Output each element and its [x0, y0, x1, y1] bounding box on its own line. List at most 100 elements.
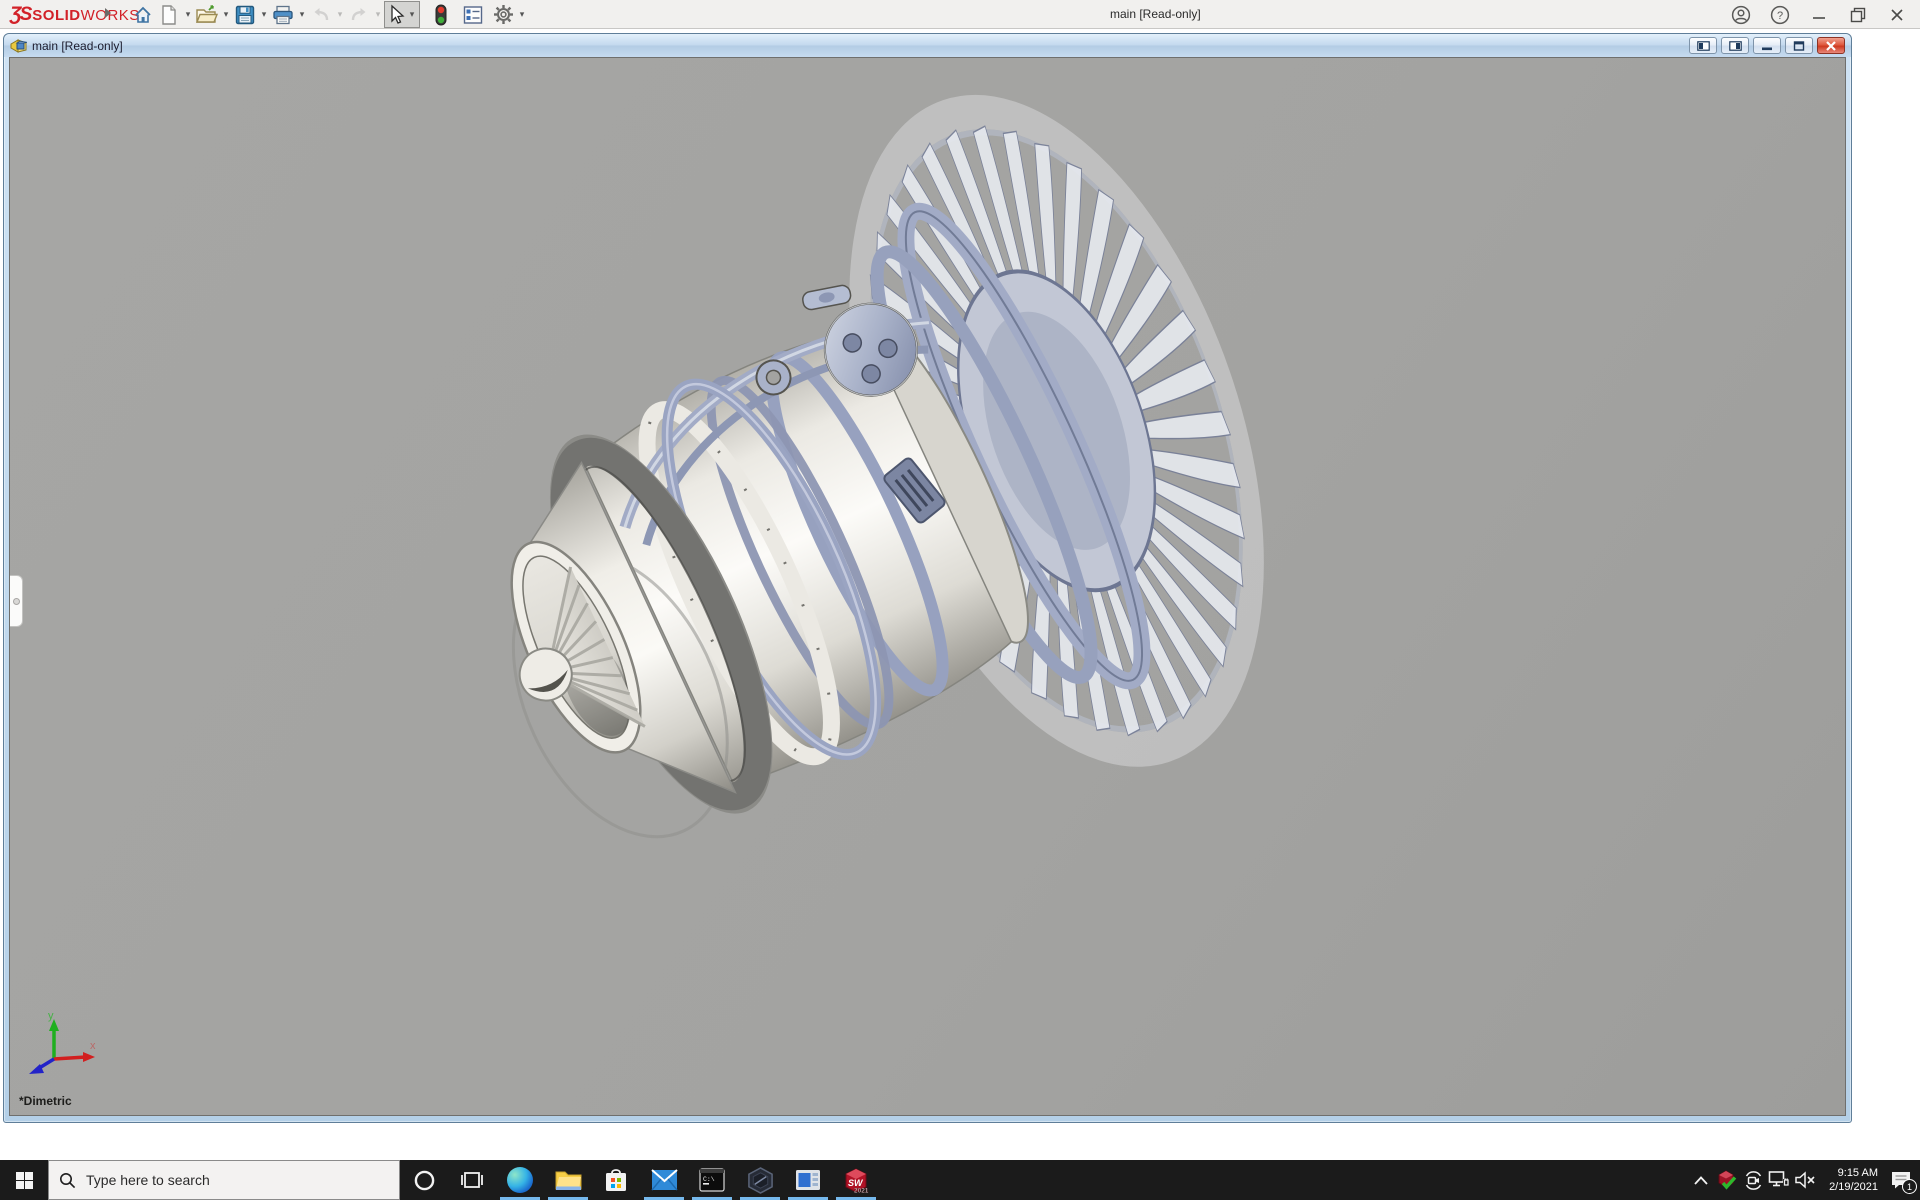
edge-icon [507, 1167, 533, 1193]
help-button[interactable]: ? [1765, 2, 1795, 27]
minimize-button[interactable] [1804, 2, 1834, 27]
terminal-prompt-label: C:\ [703, 1176, 715, 1183]
account-button[interactable] [1726, 2, 1756, 27]
taskbar-app-mail[interactable] [640, 1160, 688, 1200]
print-button[interactable] [270, 2, 296, 27]
print-icon [272, 5, 294, 25]
open-button[interactable] [194, 2, 220, 27]
taskbar-app-hexagon[interactable] [736, 1160, 784, 1200]
doc-maximize-icon [1793, 41, 1805, 51]
clock-time: 9:15 AM [1818, 1166, 1878, 1180]
cortana-button[interactable] [400, 1160, 448, 1200]
taskbar-app-store[interactable] [592, 1160, 640, 1200]
action-center-button[interactable]: 1 [1882, 1160, 1920, 1200]
options-button[interactable] [490, 2, 516, 27]
windows-logo-icon [16, 1172, 33, 1189]
home-button[interactable] [130, 2, 156, 27]
document-titlebar[interactable]: main [Read-only] [4, 34, 1851, 57]
triad-y-label: y [48, 1010, 54, 1022]
taskbar-app-file-explorer[interactable] [544, 1160, 592, 1200]
close-icon [1890, 8, 1904, 22]
help-question-glyph: ? [1777, 10, 1783, 22]
taskbar-app-terminal[interactable]: C:\ [688, 1160, 736, 1200]
sw-year-label: 2021 [854, 1188, 869, 1195]
doc-maximize-button[interactable] [1785, 37, 1813, 54]
undo-icon [311, 6, 331, 24]
taskbar-search[interactable] [48, 1160, 400, 1200]
pane-left-icon [1697, 41, 1710, 51]
menu-expand-arrow-icon[interactable] [105, 8, 111, 18]
restore-icon [1850, 7, 1866, 23]
doc-pane-right-button[interactable] [1721, 37, 1749, 54]
select-tool-caret[interactable]: ▾ [406, 9, 418, 20]
solidworks-logo: ƷS SOLIDWORKS [10, 4, 140, 26]
tray-volume[interactable] [1792, 1160, 1818, 1200]
graphics-viewport[interactable]: y x *Dimetric [9, 57, 1846, 1116]
redo-button[interactable] [346, 2, 372, 27]
document-title: main [Read-only] [32, 39, 123, 53]
feature-manager-collapsed-tab[interactable] [10, 575, 23, 627]
home-icon [133, 5, 153, 25]
rebuild-button[interactable] [428, 2, 454, 27]
select-tool-button[interactable]: ▾ [384, 1, 420, 28]
pane-right-icon [1729, 41, 1742, 51]
file-properties-icon [463, 5, 483, 25]
quick-toolbar: ▾ ▾ ▾ [130, 0, 528, 29]
file-properties-button[interactable] [460, 2, 486, 27]
taskbar-app-solidworks[interactable]: SW 2021 [832, 1160, 880, 1200]
save-caret[interactable]: ▾ [258, 9, 270, 20]
redo-caret[interactable]: ▾ [372, 9, 384, 20]
doc-minimize-button[interactable] [1753, 37, 1781, 54]
search-input[interactable] [86, 1172, 366, 1188]
restore-button[interactable] [1843, 2, 1873, 27]
account-icon [1731, 5, 1751, 25]
help-icon: ? [1770, 5, 1790, 25]
new-document-icon [160, 5, 178, 25]
tray-chevron-button[interactable] [1688, 1160, 1714, 1200]
solidworks-app-icon: SW 2021 [842, 1166, 870, 1194]
options-caret[interactable]: ▾ [516, 9, 528, 20]
document-window-controls [1689, 37, 1845, 54]
save-button[interactable] [232, 2, 258, 27]
print-caret[interactable]: ▾ [296, 9, 308, 20]
undo-caret[interactable]: ▾ [334, 9, 346, 20]
taskbar-app-edge[interactable] [496, 1160, 544, 1200]
volume-muted-icon [1794, 1171, 1816, 1189]
brand-solid: SOLID [32, 7, 80, 24]
task-view-icon [461, 1169, 483, 1191]
select-cursor-icon [386, 4, 406, 26]
tray-network[interactable] [1766, 1160, 1792, 1200]
media-app-icon [795, 1169, 821, 1191]
solidworks-logo-glyph: ƷS [10, 4, 30, 26]
undo-button[interactable] [308, 2, 334, 27]
mail-icon [651, 1169, 678, 1191]
rebuild-traffic-light-icon [435, 4, 447, 26]
tray-meet-now[interactable] [1740, 1160, 1766, 1200]
start-button[interactable] [0, 1160, 48, 1200]
app-titlebar: ƷS SOLIDWORKS ▾ ▾ [0, 0, 1920, 29]
notification-badge: 1 [1902, 1179, 1917, 1194]
task-view-button[interactable] [448, 1160, 496, 1200]
doc-close-button[interactable] [1817, 37, 1845, 54]
taskbar: C:\ SW 2021 [0, 1160, 1920, 1200]
store-icon [604, 1167, 628, 1193]
tray-clock[interactable]: 9:15 AM 2/19/2021 [1818, 1166, 1882, 1194]
new-document-button[interactable] [156, 2, 182, 27]
minimize-icon [1812, 8, 1826, 22]
chevron-up-icon [1694, 1176, 1708, 1185]
taskbar-app-media[interactable] [784, 1160, 832, 1200]
new-document-caret[interactable]: ▾ [182, 9, 194, 20]
close-app-button[interactable] [1882, 2, 1912, 27]
cortana-icon [413, 1169, 436, 1192]
app-title: main [Read-only] [1110, 7, 1201, 21]
doc-pane-left-button[interactable] [1689, 37, 1717, 54]
orientation-triad: y x [24, 1007, 102, 1081]
tray-solidworks-monitor[interactable] [1714, 1160, 1740, 1200]
view-orientation-label: *Dimetric [19, 1094, 72, 1108]
document-window: main [Read-only] [3, 33, 1852, 1123]
feature-manager-tab-dot [13, 598, 20, 605]
meet-now-camera-icon [1743, 1170, 1764, 1191]
system-tray: 9:15 AM 2/19/2021 1 [1688, 1160, 1920, 1200]
open-caret[interactable]: ▾ [220, 9, 232, 20]
open-icon [196, 5, 218, 25]
